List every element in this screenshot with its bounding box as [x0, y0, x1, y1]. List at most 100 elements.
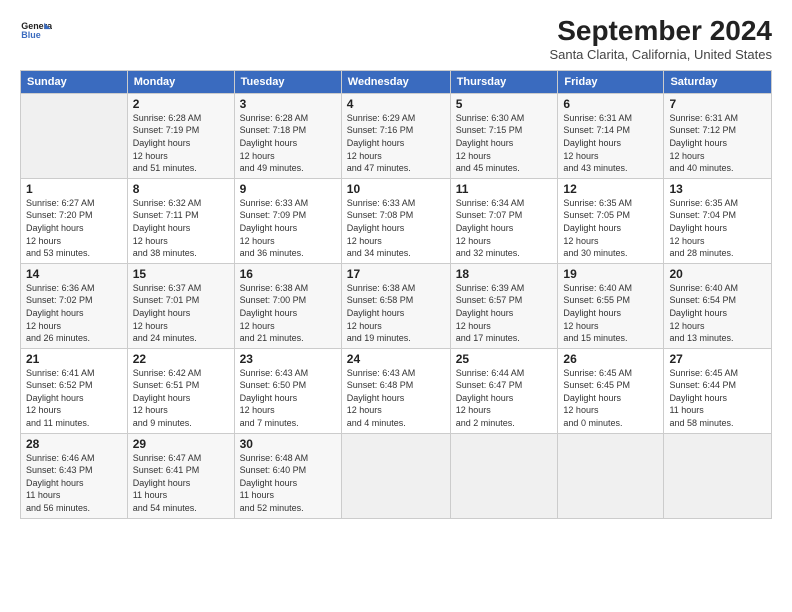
calendar-cell: 14 Sunrise: 6:36 AM Sunset: 7:02 PM Dayl… [21, 263, 128, 348]
calendar-cell: 6 Sunrise: 6:31 AM Sunset: 7:14 PM Dayli… [558, 93, 664, 178]
day-info: Sunrise: 6:35 AM Sunset: 7:05 PM Dayligh… [563, 197, 658, 260]
calendar-cell: 29 Sunrise: 6:47 AM Sunset: 6:41 PM Dayl… [127, 433, 234, 518]
calendar-cell [341, 433, 450, 518]
day-number: 23 [240, 352, 336, 366]
calendar-cell: 11 Sunrise: 6:34 AM Sunset: 7:07 PM Dayl… [450, 178, 558, 263]
calendar-cell: 23 Sunrise: 6:43 AM Sunset: 6:50 PM Dayl… [234, 348, 341, 433]
calendar-cell: 3 Sunrise: 6:28 AM Sunset: 7:18 PM Dayli… [234, 93, 341, 178]
day-info: Sunrise: 6:45 AM Sunset: 6:45 PM Dayligh… [563, 367, 658, 430]
day-info: Sunrise: 6:47 AM Sunset: 6:41 PM Dayligh… [133, 452, 229, 515]
day-info: Sunrise: 6:31 AM Sunset: 7:14 PM Dayligh… [563, 112, 658, 175]
calendar-cell: 7 Sunrise: 6:31 AM Sunset: 7:12 PM Dayli… [664, 93, 772, 178]
calendar-week-row: 1 Sunrise: 6:27 AM Sunset: 7:20 PM Dayli… [21, 178, 772, 263]
day-number: 27 [669, 352, 766, 366]
day-number: 9 [240, 182, 336, 196]
day-number: 15 [133, 267, 229, 281]
calendar-cell: 16 Sunrise: 6:38 AM Sunset: 7:00 PM Dayl… [234, 263, 341, 348]
calendar-cell: 5 Sunrise: 6:30 AM Sunset: 7:15 PM Dayli… [450, 93, 558, 178]
day-number: 5 [456, 97, 553, 111]
day-number: 26 [563, 352, 658, 366]
day-info: Sunrise: 6:33 AM Sunset: 7:09 PM Dayligh… [240, 197, 336, 260]
logo: General Blue [20, 16, 52, 48]
calendar-cell: 25 Sunrise: 6:44 AM Sunset: 6:47 PM Dayl… [450, 348, 558, 433]
calendar-week-row: 14 Sunrise: 6:36 AM Sunset: 7:02 PM Dayl… [21, 263, 772, 348]
day-number: 8 [133, 182, 229, 196]
day-info: Sunrise: 6:40 AM Sunset: 6:55 PM Dayligh… [563, 282, 658, 345]
svg-text:Blue: Blue [21, 30, 40, 40]
day-number: 24 [347, 352, 445, 366]
calendar-cell: 15 Sunrise: 6:37 AM Sunset: 7:01 PM Dayl… [127, 263, 234, 348]
day-info: Sunrise: 6:28 AM Sunset: 7:19 PM Dayligh… [133, 112, 229, 175]
calendar-cell: 8 Sunrise: 6:32 AM Sunset: 7:11 PM Dayli… [127, 178, 234, 263]
calendar-week-row: 21 Sunrise: 6:41 AM Sunset: 6:52 PM Dayl… [21, 348, 772, 433]
calendar-week-row: 28 Sunrise: 6:46 AM Sunset: 6:43 PM Dayl… [21, 433, 772, 518]
month-title: September 2024 [549, 16, 772, 47]
day-info: Sunrise: 6:45 AM Sunset: 6:44 PM Dayligh… [669, 367, 766, 430]
day-info: Sunrise: 6:43 AM Sunset: 6:50 PM Dayligh… [240, 367, 336, 430]
calendar-cell [558, 433, 664, 518]
calendar-cell: 22 Sunrise: 6:42 AM Sunset: 6:51 PM Dayl… [127, 348, 234, 433]
col-sunday: Sunday [21, 70, 128, 93]
day-number: 14 [26, 267, 122, 281]
day-number: 19 [563, 267, 658, 281]
calendar-cell: 17 Sunrise: 6:38 AM Sunset: 6:58 PM Dayl… [341, 263, 450, 348]
calendar-cell: 1 Sunrise: 6:27 AM Sunset: 7:20 PM Dayli… [21, 178, 128, 263]
day-number: 6 [563, 97, 658, 111]
day-number: 3 [240, 97, 336, 111]
calendar-cell [21, 93, 128, 178]
day-info: Sunrise: 6:31 AM Sunset: 7:12 PM Dayligh… [669, 112, 766, 175]
day-info: Sunrise: 6:38 AM Sunset: 6:58 PM Dayligh… [347, 282, 445, 345]
calendar-cell: 12 Sunrise: 6:35 AM Sunset: 7:05 PM Dayl… [558, 178, 664, 263]
calendar-cell: 19 Sunrise: 6:40 AM Sunset: 6:55 PM Dayl… [558, 263, 664, 348]
day-info: Sunrise: 6:27 AM Sunset: 7:20 PM Dayligh… [26, 197, 122, 260]
day-number: 16 [240, 267, 336, 281]
day-number: 11 [456, 182, 553, 196]
day-number: 17 [347, 267, 445, 281]
col-tuesday: Tuesday [234, 70, 341, 93]
day-info: Sunrise: 6:30 AM Sunset: 7:15 PM Dayligh… [456, 112, 553, 175]
calendar-cell: 20 Sunrise: 6:40 AM Sunset: 6:54 PM Dayl… [664, 263, 772, 348]
col-friday: Friday [558, 70, 664, 93]
day-info: Sunrise: 6:39 AM Sunset: 6:57 PM Dayligh… [456, 282, 553, 345]
calendar-cell: 2 Sunrise: 6:28 AM Sunset: 7:19 PM Dayli… [127, 93, 234, 178]
day-number: 28 [26, 437, 122, 451]
calendar-cell: 30 Sunrise: 6:48 AM Sunset: 6:40 PM Dayl… [234, 433, 341, 518]
calendar-cell: 26 Sunrise: 6:45 AM Sunset: 6:45 PM Dayl… [558, 348, 664, 433]
title-block: September 2024 Santa Clarita, California… [549, 16, 772, 62]
calendar-week-row: 2 Sunrise: 6:28 AM Sunset: 7:19 PM Dayli… [21, 93, 772, 178]
day-number: 12 [563, 182, 658, 196]
day-info: Sunrise: 6:32 AM Sunset: 7:11 PM Dayligh… [133, 197, 229, 260]
calendar-cell: 13 Sunrise: 6:35 AM Sunset: 7:04 PM Dayl… [664, 178, 772, 263]
calendar-cell: 4 Sunrise: 6:29 AM Sunset: 7:16 PM Dayli… [341, 93, 450, 178]
day-number: 10 [347, 182, 445, 196]
day-number: 25 [456, 352, 553, 366]
calendar-cell: 24 Sunrise: 6:43 AM Sunset: 6:48 PM Dayl… [341, 348, 450, 433]
calendar-header-row: Sunday Monday Tuesday Wednesday Thursday… [21, 70, 772, 93]
col-saturday: Saturday [664, 70, 772, 93]
day-number: 29 [133, 437, 229, 451]
calendar-cell [664, 433, 772, 518]
day-info: Sunrise: 6:33 AM Sunset: 7:08 PM Dayligh… [347, 197, 445, 260]
day-info: Sunrise: 6:41 AM Sunset: 6:52 PM Dayligh… [26, 367, 122, 430]
day-info: Sunrise: 6:44 AM Sunset: 6:47 PM Dayligh… [456, 367, 553, 430]
day-number: 20 [669, 267, 766, 281]
calendar-cell: 21 Sunrise: 6:41 AM Sunset: 6:52 PM Dayl… [21, 348, 128, 433]
calendar-page: General Blue September 2024 Santa Clarit… [0, 0, 792, 612]
day-info: Sunrise: 6:42 AM Sunset: 6:51 PM Dayligh… [133, 367, 229, 430]
calendar-table: Sunday Monday Tuesday Wednesday Thursday… [20, 70, 772, 519]
location: Santa Clarita, California, United States [549, 47, 772, 62]
day-number: 2 [133, 97, 229, 111]
calendar-cell: 28 Sunrise: 6:46 AM Sunset: 6:43 PM Dayl… [21, 433, 128, 518]
day-info: Sunrise: 6:48 AM Sunset: 6:40 PM Dayligh… [240, 452, 336, 515]
day-number: 4 [347, 97, 445, 111]
day-number: 22 [133, 352, 229, 366]
day-number: 1 [26, 182, 122, 196]
calendar-cell: 9 Sunrise: 6:33 AM Sunset: 7:09 PM Dayli… [234, 178, 341, 263]
day-info: Sunrise: 6:37 AM Sunset: 7:01 PM Dayligh… [133, 282, 229, 345]
day-info: Sunrise: 6:43 AM Sunset: 6:48 PM Dayligh… [347, 367, 445, 430]
day-number: 21 [26, 352, 122, 366]
col-monday: Monday [127, 70, 234, 93]
calendar-cell: 10 Sunrise: 6:33 AM Sunset: 7:08 PM Dayl… [341, 178, 450, 263]
day-number: 13 [669, 182, 766, 196]
day-info: Sunrise: 6:40 AM Sunset: 6:54 PM Dayligh… [669, 282, 766, 345]
